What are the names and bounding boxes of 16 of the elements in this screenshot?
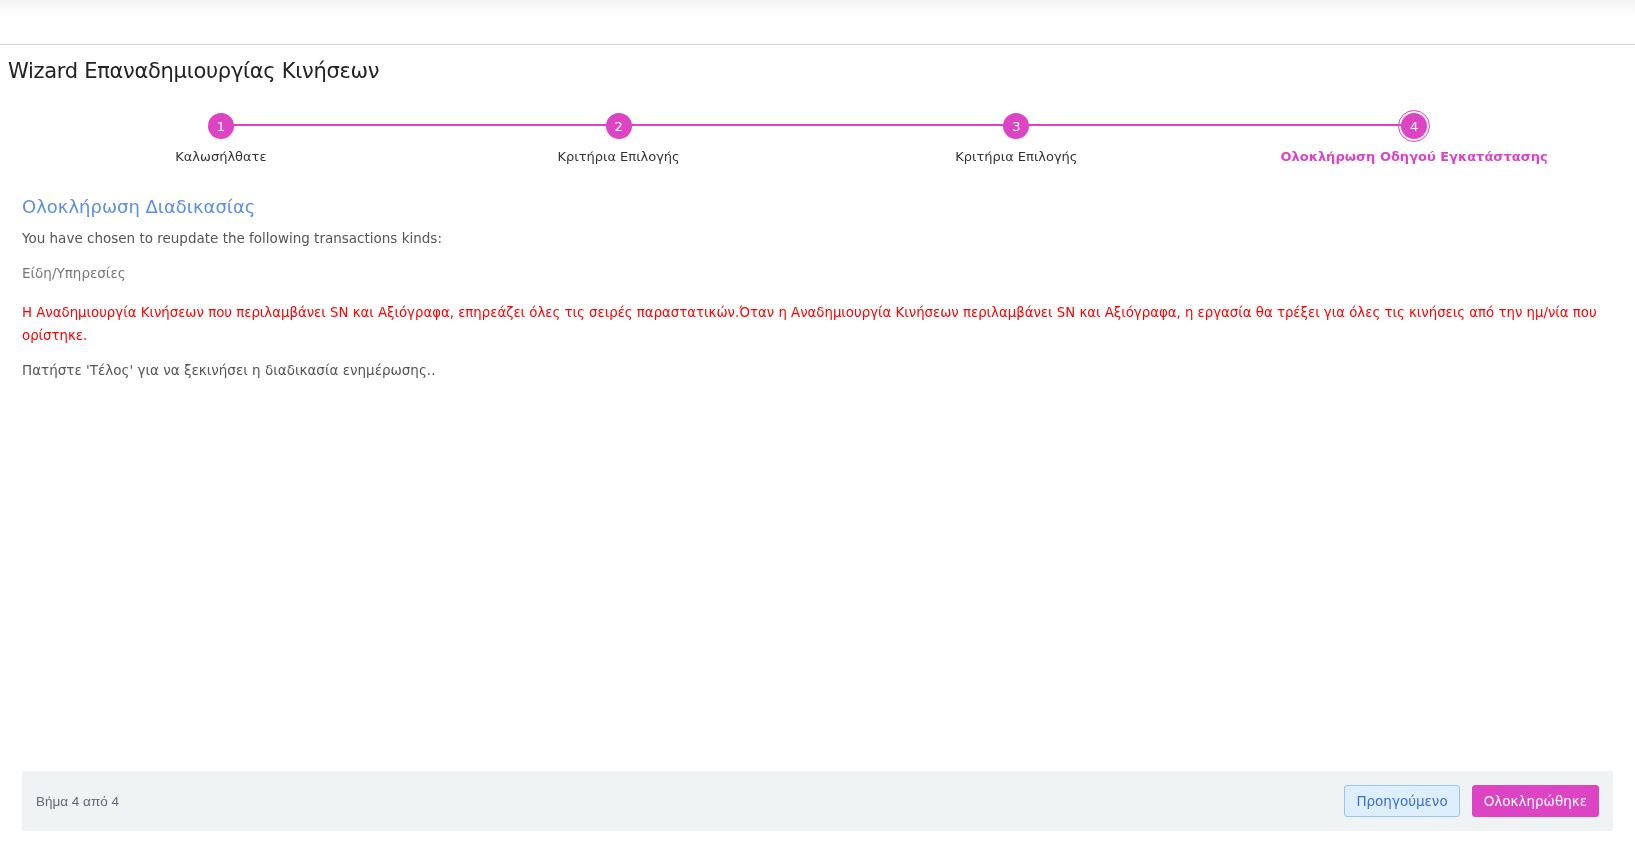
intro-text: You have chosen to reupdate the following transactions kinds: xyxy=(22,229,443,248)
step-circle[interactable]: 1 xyxy=(207,113,234,139)
step-label: Κριτήρια Επιλογής xyxy=(955,149,1078,164)
step-label: Καλωσήλθατε xyxy=(175,149,267,164)
step-circle[interactable]: 2 xyxy=(605,113,632,139)
instruction-text: Πατήστε 'Τέλος' για να ξεκινήσει η διαδικασία ενημέρωσης.. xyxy=(22,361,437,380)
step-counter: Βήμα 4 από 4 xyxy=(36,793,120,809)
page-title: Wizard Επαναδημιουργίας Κινήσεων xyxy=(8,59,381,83)
step-circle[interactable]: 3 xyxy=(1003,113,1030,139)
previous-button[interactable]: Προηγούμενο xyxy=(1344,785,1460,817)
finish-button[interactable]: Ολοκληρώθηκε xyxy=(1471,785,1599,817)
transaction-kind: Είδη/Υπηρεσίες xyxy=(22,264,127,283)
warning-text: Η Αναδημιουργία Κινήσεων που περιλαμβάνει SN και Αξιόγραφα, επηρεάζει όλες τις σειρές παραστατικών.Όταν η Αναδημιουργία Κινήσεων περιλαμβάνει SN και Αξιόγραφα, η εργασία θα τρέξει για όλες τις κινήσεις από την ημ/νία που ορίστηκε. xyxy=(22,304,1598,345)
step-label: Ολοκλήρωση Οδηγού Εγκατάστασης xyxy=(1280,149,1548,164)
section-heading: Ολοκλήρωση Διαδικασίας xyxy=(22,196,257,217)
step-label: Κριτήρια Επιλογής xyxy=(557,149,680,164)
